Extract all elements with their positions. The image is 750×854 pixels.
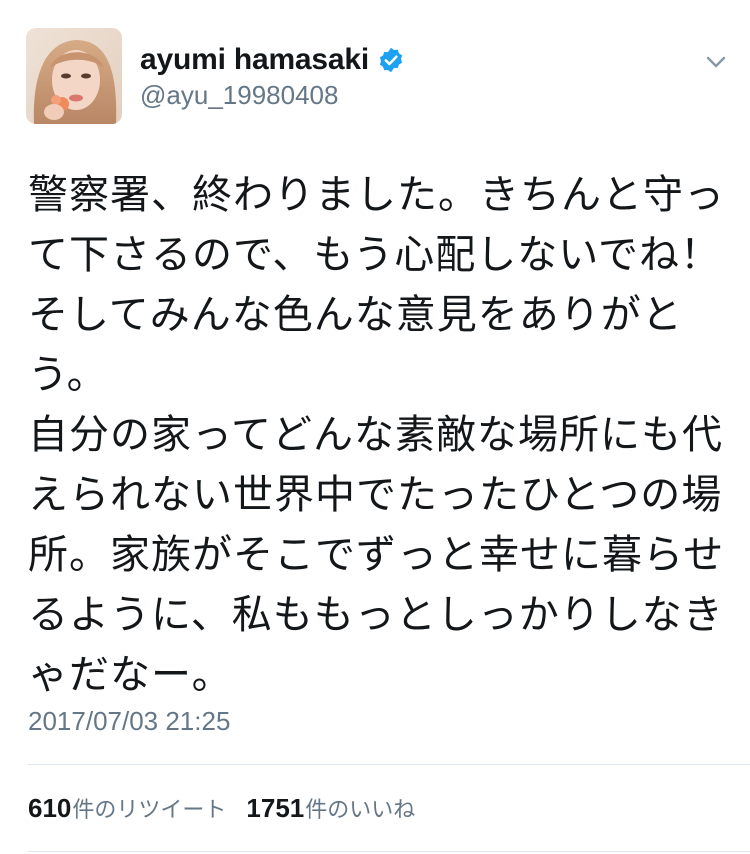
user-name-row[interactable]: ayumi hamasaki [140, 40, 405, 80]
display-name[interactable]: ayumi hamasaki [140, 43, 369, 77]
retweets-count: 610 [28, 793, 72, 823]
likes-label: 件のいいね [305, 798, 416, 823]
avatar[interactable] [26, 28, 122, 124]
verified-badge-icon [377, 46, 405, 74]
divider [28, 764, 750, 765]
tweet-timestamp[interactable]: 2017/07/03 21:25 [28, 706, 230, 737]
retweets-label: 件のリツイート [72, 798, 227, 823]
likes-stat[interactable]: 1751件のいいね [246, 792, 415, 824]
chevron-down-icon[interactable] [700, 50, 732, 74]
tweet-card: ayumi hamasaki @ayu_19980408 警察署、終わりました。… [0, 0, 750, 854]
retweets-stat[interactable]: 610件のリツイート [28, 792, 226, 824]
user-handle[interactable]: @ayu_19980408 [140, 80, 338, 111]
divider [28, 851, 750, 852]
tweet-stats: 610件のリツイート 1751件のいいね [28, 792, 415, 824]
likes-count: 1751 [246, 793, 305, 823]
tweet-text: 警察署、終わりました。きちんと守って下さるので、もう心配しないでね！そしてみんな… [28, 172, 725, 698]
